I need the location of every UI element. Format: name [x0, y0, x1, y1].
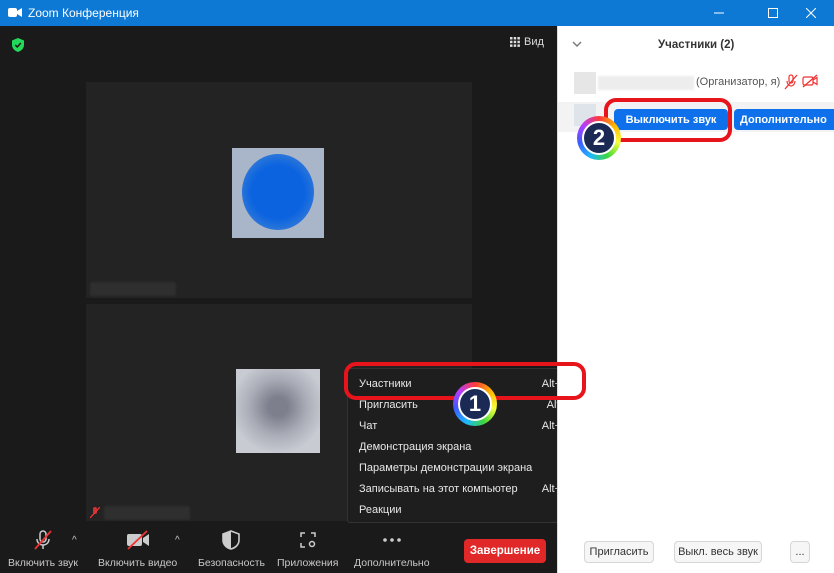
panel-header: Участники (2)	[558, 26, 834, 64]
mic-muted-icon	[784, 74, 798, 90]
audio-options-caret[interactable]: ^	[72, 535, 77, 546]
menu-item-share-settings[interactable]: Параметры демонстрации экрана	[359, 462, 569, 480]
video-off-icon	[802, 74, 818, 88]
apps-label: Приложения	[277, 557, 339, 569]
participant-row-host[interactable]: (Организатор, я)	[558, 68, 834, 98]
menu-item-record[interactable]: Записывать на этот компьютер Alt+R	[359, 483, 569, 501]
more-button[interactable]: Дополнительно	[354, 529, 430, 569]
apps-icon	[299, 532, 316, 548]
participant-name-redacted	[598, 76, 694, 90]
more-label: Дополнительно	[354, 557, 430, 569]
participant-more-button[interactable]: Дополнительно	[734, 109, 834, 130]
close-button[interactable]	[788, 0, 834, 26]
security-shield-icon	[222, 530, 241, 550]
menu-item-share-screen[interactable]: Демонстрация экрана	[359, 441, 569, 459]
chevron-down-icon[interactable]	[572, 40, 582, 48]
meeting-toolbar: Включить звук ^ Включить видео ^ Безопас…	[0, 521, 557, 573]
grid-icon	[510, 37, 520, 47]
panel-title: Участники (2)	[658, 39, 735, 51]
participant-name-redacted	[90, 282, 176, 296]
mic-muted-icon	[90, 507, 100, 519]
step-badge-2: 2	[577, 116, 621, 160]
end-meeting-button[interactable]: Завершение	[464, 539, 546, 563]
security-label: Безопасность	[198, 557, 265, 569]
apps-button[interactable]: Приложения	[277, 529, 338, 569]
avatar	[574, 72, 596, 94]
host-status-icons	[784, 74, 818, 90]
menu-item-reactions[interactable]: Реакции	[359, 504, 569, 522]
security-button[interactable]: Безопасность	[198, 529, 265, 569]
mute-all-button[interactable]: Выкл. весь звук	[674, 541, 762, 563]
title-bar: Zoom Конференция	[0, 0, 834, 26]
mic-muted-icon	[34, 530, 52, 550]
video-tile-1[interactable]	[86, 82, 472, 298]
participant-name-redacted	[104, 506, 190, 520]
highlight-mute-button	[604, 98, 732, 142]
panel-more-button[interactable]: ...	[790, 541, 810, 563]
zoom-icon	[8, 8, 22, 17]
view-button[interactable]: Вид	[510, 36, 544, 48]
close-icon	[806, 8, 816, 18]
host-role: (Организатор, я)	[696, 76, 781, 88]
window-title: Zoom Конференция	[28, 6, 139, 20]
more-dots-icon	[382, 538, 401, 542]
start-video-label: Включить видео	[98, 557, 178, 569]
participant-avatar-1	[232, 148, 324, 238]
unmute-button[interactable]: Включить звук	[8, 529, 78, 569]
step-badge-1: 1	[453, 382, 497, 426]
shield-icon[interactable]	[12, 38, 24, 52]
minimize-icon	[714, 12, 724, 14]
start-video-button[interactable]: Включить видео	[98, 529, 177, 569]
invite-button[interactable]: Пригласить	[584, 541, 654, 563]
maximize-icon	[768, 8, 778, 18]
video-off-icon	[126, 530, 149, 550]
zoom-window: Zoom Конференция Вид Включить звук ^ Вкл…	[0, 0, 834, 573]
minimize-button[interactable]	[696, 0, 742, 26]
participant-avatar-2	[236, 369, 320, 453]
unmute-label: Включить звук	[8, 557, 79, 569]
view-label: Вид	[524, 36, 544, 48]
video-options-caret[interactable]: ^	[175, 535, 180, 546]
